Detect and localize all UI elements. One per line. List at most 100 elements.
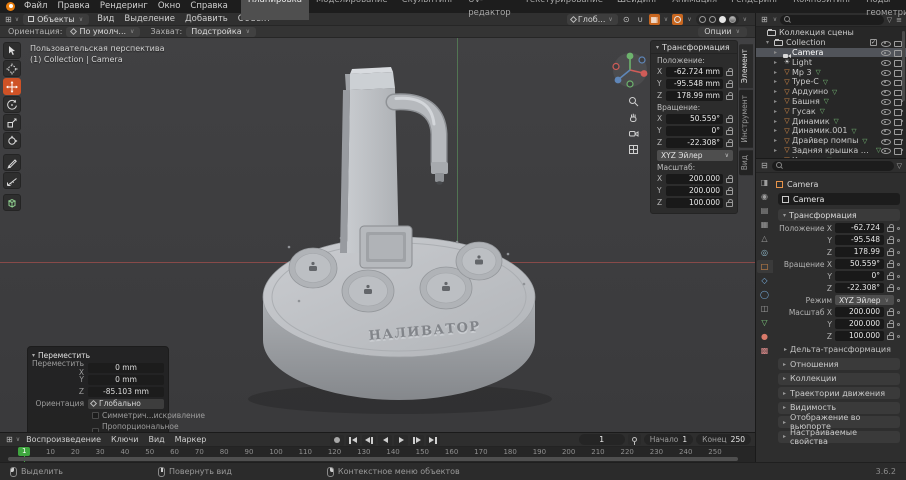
- expand-arrow[interactable]: ▸: [774, 137, 782, 144]
- disable-render-icon[interactable]: [894, 146, 903, 154]
- viewport-menu-item[interactable]: Вид: [92, 13, 119, 26]
- outliner-item[interactable]: ▸ Ардуино ▽: [756, 87, 906, 97]
- scale-tool[interactable]: [3, 114, 21, 131]
- properties-tab-icon[interactable]: ◨: [757, 176, 773, 189]
- collapse-arrow[interactable]: ▾: [766, 39, 774, 46]
- animate-dot-icon[interactable]: [897, 227, 900, 230]
- property-value-field[interactable]: 50.559°: [835, 259, 884, 269]
- outliner-item[interactable]: ▸ Мр 3 ▽: [756, 67, 906, 77]
- timeline-menu-item[interactable]: Вид: [143, 435, 169, 444]
- workspace-tab[interactable]: Анимация: [665, 0, 724, 20]
- transform-section-header[interactable]: ▾Трансформация: [778, 209, 900, 221]
- hide-eye-icon[interactable]: [881, 127, 890, 135]
- topbar-menu-item[interactable]: Окно: [153, 0, 186, 13]
- expand-arrow[interactable]: ▸: [774, 49, 782, 56]
- workspace-tab[interactable]: UV-редактор: [461, 0, 517, 20]
- topbar-menu-item[interactable]: Справка: [185, 0, 232, 13]
- animate-dot-icon[interactable]: [897, 239, 900, 242]
- hide-eye-icon[interactable]: [881, 146, 890, 154]
- properties-tab-icon[interactable]: ◉: [757, 190, 773, 203]
- pan-view-button[interactable]: [626, 110, 641, 124]
- topbar-menu-item[interactable]: Рендеринг: [95, 0, 153, 13]
- timeline-ruler[interactable]: 1020304050607080901001101201301401501601…: [0, 447, 755, 462]
- current-frame-marker[interactable]: 1: [18, 447, 30, 456]
- lock-icon[interactable]: [887, 263, 894, 268]
- next-keyframe-button[interactable]: [410, 435, 424, 446]
- frame-end-field[interactable]: Конец250: [696, 434, 751, 445]
- select-box-tool[interactable]: [3, 42, 21, 59]
- current-frame-field[interactable]: 1: [579, 434, 625, 445]
- topbar-menu-item[interactable]: Файл: [19, 0, 52, 13]
- animate-dot-icon[interactable]: [897, 275, 900, 278]
- move-tool[interactable]: [3, 78, 21, 95]
- options-button[interactable]: Опции ∨: [698, 27, 747, 37]
- toggle-perspective-button[interactable]: [626, 142, 641, 156]
- property-value-field[interactable]: -95.548 mm: [835, 235, 884, 245]
- add-cube-tool[interactable]: [3, 194, 21, 211]
- transform-tool[interactable]: [3, 132, 21, 149]
- expand-arrow[interactable]: ▸: [774, 69, 782, 76]
- animate-dot-icon[interactable]: [897, 323, 900, 326]
- operator-value-field[interactable]: 0 mm: [88, 363, 164, 373]
- outliner-item[interactable]: ▸ Задняя крышка экрана ▽: [756, 146, 906, 156]
- timeline-editor-icon[interactable]: ⊞: [4, 435, 15, 444]
- play-reverse-button[interactable]: [378, 435, 392, 446]
- workspace-tab[interactable]: Скульптинг: [395, 0, 462, 20]
- collection-checkbox-icon[interactable]: ✓: [870, 39, 877, 46]
- properties-section-header[interactable]: ▸Настраиваемые свойства: [778, 431, 900, 443]
- expand-arrow[interactable]: ▸: [774, 78, 782, 85]
- blender-logo-icon[interactable]: [6, 2, 15, 11]
- value-field[interactable]: -95.548 mm: [666, 79, 723, 89]
- frame-start-field[interactable]: Начало1: [644, 434, 693, 445]
- properties-section-header[interactable]: ▸Отношения: [778, 358, 900, 370]
- value-field[interactable]: 50.559°: [666, 114, 723, 124]
- operator-checkbox[interactable]: Симметрич...искривление: [92, 411, 164, 420]
- jump-to-end-button[interactable]: [426, 435, 440, 446]
- hide-eye-icon[interactable]: [881, 137, 890, 145]
- outliner-item[interactable]: ▸ Динамик ▽: [756, 116, 906, 126]
- expand-arrow[interactable]: ▸: [774, 59, 782, 66]
- hide-eye-icon[interactable]: [881, 117, 890, 125]
- 3d-model-dispenser[interactable]: НАЛИВАТОР НАЛИВАТОР: [235, 58, 565, 430]
- lock-icon[interactable]: [726, 83, 733, 88]
- hide-eye-icon[interactable]: [881, 97, 890, 105]
- value-field[interactable]: 200.000: [666, 174, 723, 184]
- camera-view-button[interactable]: [626, 126, 641, 140]
- navigation-gizmo[interactable]: [610, 50, 650, 90]
- properties-section-header[interactable]: ▸Отображение во вьюпорте: [778, 416, 900, 428]
- value-field[interactable]: 178.99 mm: [666, 91, 723, 101]
- keying-set-button[interactable]: [628, 434, 641, 445]
- operator-value-field[interactable]: -85.103 mm: [88, 387, 164, 397]
- rotation-mode-dropdown[interactable]: XYZ Эйлер∨: [835, 295, 894, 305]
- properties-section-header[interactable]: ▸Траектории движения: [778, 387, 900, 399]
- value-field[interactable]: -62.724 mm: [666, 67, 723, 77]
- editor-type-icon[interactable]: ⊞: [3, 15, 14, 24]
- zoom-view-button[interactable]: [626, 94, 641, 108]
- property-value-field[interactable]: 178.99 mm: [835, 247, 884, 257]
- properties-tab-icon[interactable]: ●: [757, 330, 773, 343]
- workspace-tab[interactable]: Планировка: [241, 0, 309, 20]
- property-value-field[interactable]: 200.000: [835, 319, 884, 329]
- orientation-setting-dropdown[interactable]: По умолч... ∨: [66, 27, 140, 37]
- lock-icon[interactable]: [726, 190, 733, 195]
- workspace-tab[interactable]: Шейдинг: [610, 0, 665, 20]
- previous-keyframe-button[interactable]: [362, 435, 376, 446]
- outliner-item[interactable]: ▸ Camera ▽: [756, 48, 906, 58]
- hide-eye-icon[interactable]: [881, 88, 890, 96]
- timeline-menu-item[interactable]: Воспроизведение: [21, 435, 106, 444]
- properties-tab-icon[interactable]: ▩: [757, 344, 773, 357]
- workspace-tab[interactable]: Текстурирование: [518, 0, 610, 20]
- timeline-menu-item[interactable]: Ключи: [106, 435, 143, 444]
- delta-transform-section[interactable]: ▸Дельта-трансформация: [784, 344, 900, 356]
- expand-arrow[interactable]: ▸: [774, 118, 782, 125]
- expand-arrow[interactable]: ▸: [774, 88, 782, 95]
- expand-arrow[interactable]: ▸: [774, 98, 782, 105]
- measure-tool[interactable]: [3, 172, 21, 189]
- properties-search-input[interactable]: [787, 161, 890, 170]
- animate-dot-icon[interactable]: [897, 335, 900, 338]
- timeline-scrollbar[interactable]: [8, 457, 738, 461]
- jump-to-start-button[interactable]: [346, 435, 360, 446]
- outliner-item[interactable]: ▸ Драйвер помпы ▽: [756, 136, 906, 146]
- lock-icon[interactable]: [887, 287, 894, 292]
- animate-dot-icon[interactable]: [897, 299, 900, 302]
